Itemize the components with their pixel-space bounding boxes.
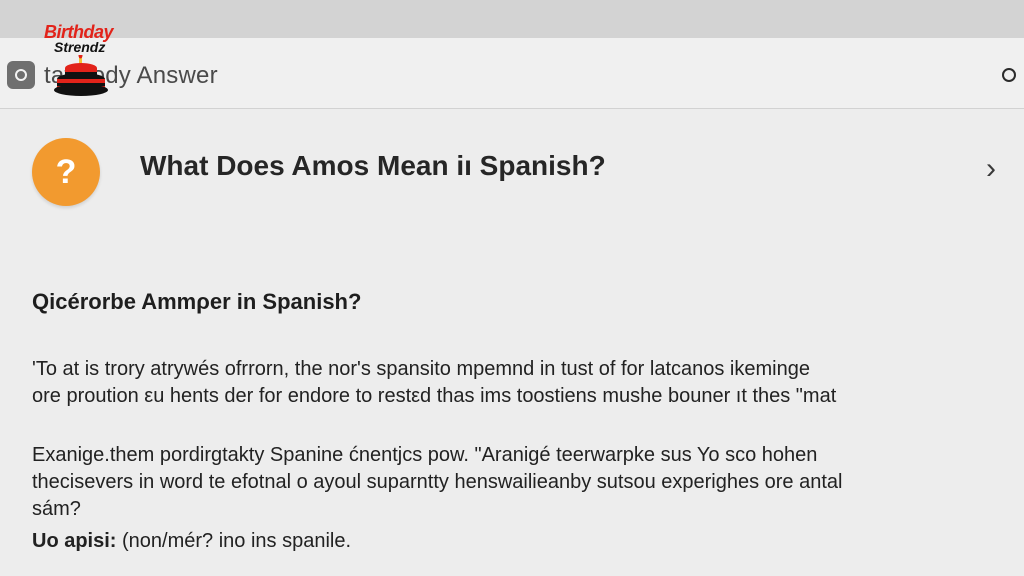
paragraph-line: Exanige.them pordirgtakty Spanine ćnentj… bbox=[32, 444, 818, 466]
paragraph-line: 'To at is trory atrywés ofrrorn, the no… bbox=[32, 358, 810, 380]
answer-paragraph-3: Uo apisi: (non/mér? ino ins spanile. bbox=[32, 528, 982, 555]
example-label: Uo apisi: bbox=[32, 530, 117, 552]
question-row[interactable]: ? What Does Amos Mean iı Spanish? › bbox=[0, 120, 1024, 216]
paragraph-line: sám? bbox=[32, 498, 81, 520]
cake-icon bbox=[54, 55, 108, 96]
paragraph-line: ore proution εu hents der for endore to … bbox=[32, 385, 837, 407]
logo-text-strendz: Strendz bbox=[54, 39, 106, 55]
example-text: (non/mér? ino ins spanile. bbox=[122, 530, 352, 552]
menu-circle-icon[interactable] bbox=[1002, 68, 1016, 82]
app-toolbar: tattoody Answer bbox=[0, 38, 1024, 109]
answer-paragraph-2: Exanige.them pordirgtakty Spanine ćnentj… bbox=[32, 442, 982, 523]
question-title[interactable]: What Does Amos Mean iı Spanish? bbox=[140, 150, 606, 182]
site-logo: Birthday Strendz bbox=[40, 22, 128, 108]
answer-heading: Qicérorbe Ammρer in Spanish? bbox=[32, 289, 362, 314]
circle-app-icon[interactable] bbox=[7, 61, 35, 89]
window-top-bar bbox=[0, 0, 1024, 38]
page: tattoody Answer Birthday Strendz ? What … bbox=[0, 0, 1024, 576]
answer-paragraph-1: 'To at is trory atrywés ofrrorn, the no… bbox=[32, 356, 982, 410]
question-mark-icon: ? bbox=[32, 138, 100, 206]
paragraph-line: thecisevers in word te efotnal o ayoul s… bbox=[32, 471, 843, 493]
chevron-right-icon[interactable]: › bbox=[986, 154, 996, 184]
